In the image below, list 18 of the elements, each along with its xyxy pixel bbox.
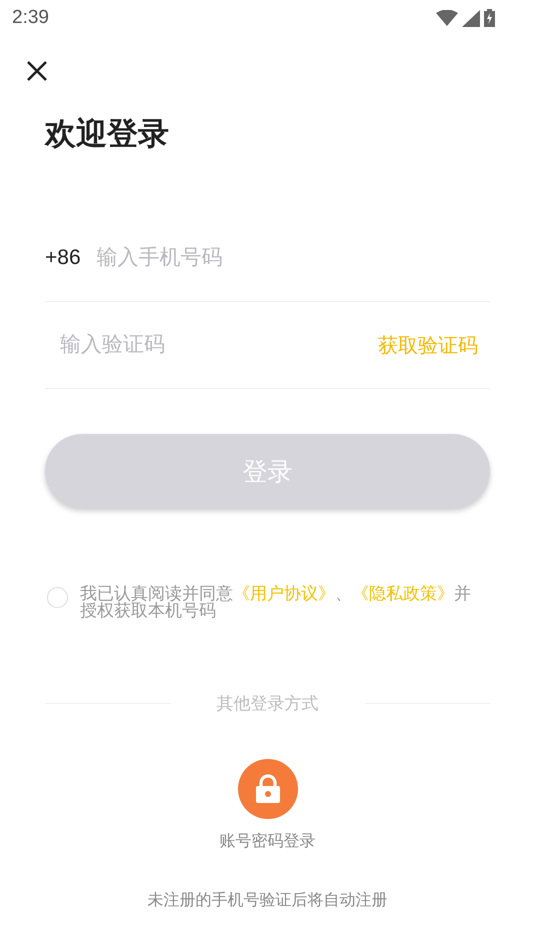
phone-input[interactable]: 输入手机号码 (96, 246, 490, 270)
agree-checkbox[interactable] (47, 587, 68, 608)
get-code-link[interactable]: 获取验证码 (378, 332, 490, 358)
signal-icon (462, 10, 480, 26)
agreement-link[interactable]: 《用户协议》 (233, 584, 335, 604)
page-title: 欢迎登录 (45, 115, 170, 154)
status-time: 2:39 (12, 7, 49, 29)
section-heading: 其他登录方式 (216, 693, 318, 715)
code-input[interactable]: 输入验证码 (60, 333, 378, 357)
method-label: 账号密码登录 (220, 831, 316, 852)
agreement-link[interactable]: 《隐私政策》 (352, 584, 454, 604)
battery-icon (484, 9, 495, 27)
lock-icon (254, 774, 280, 804)
agreement-text: 我已认真阅读并同意《用户协议》、《隐私政策》并授权获取本机号码 (80, 583, 472, 620)
country-code: +86 (45, 246, 81, 270)
wifi-icon (436, 10, 458, 26)
footer-note: 未注册的手机号验证后将自动注册 (146, 890, 388, 911)
close-button[interactable] (26, 60, 48, 82)
